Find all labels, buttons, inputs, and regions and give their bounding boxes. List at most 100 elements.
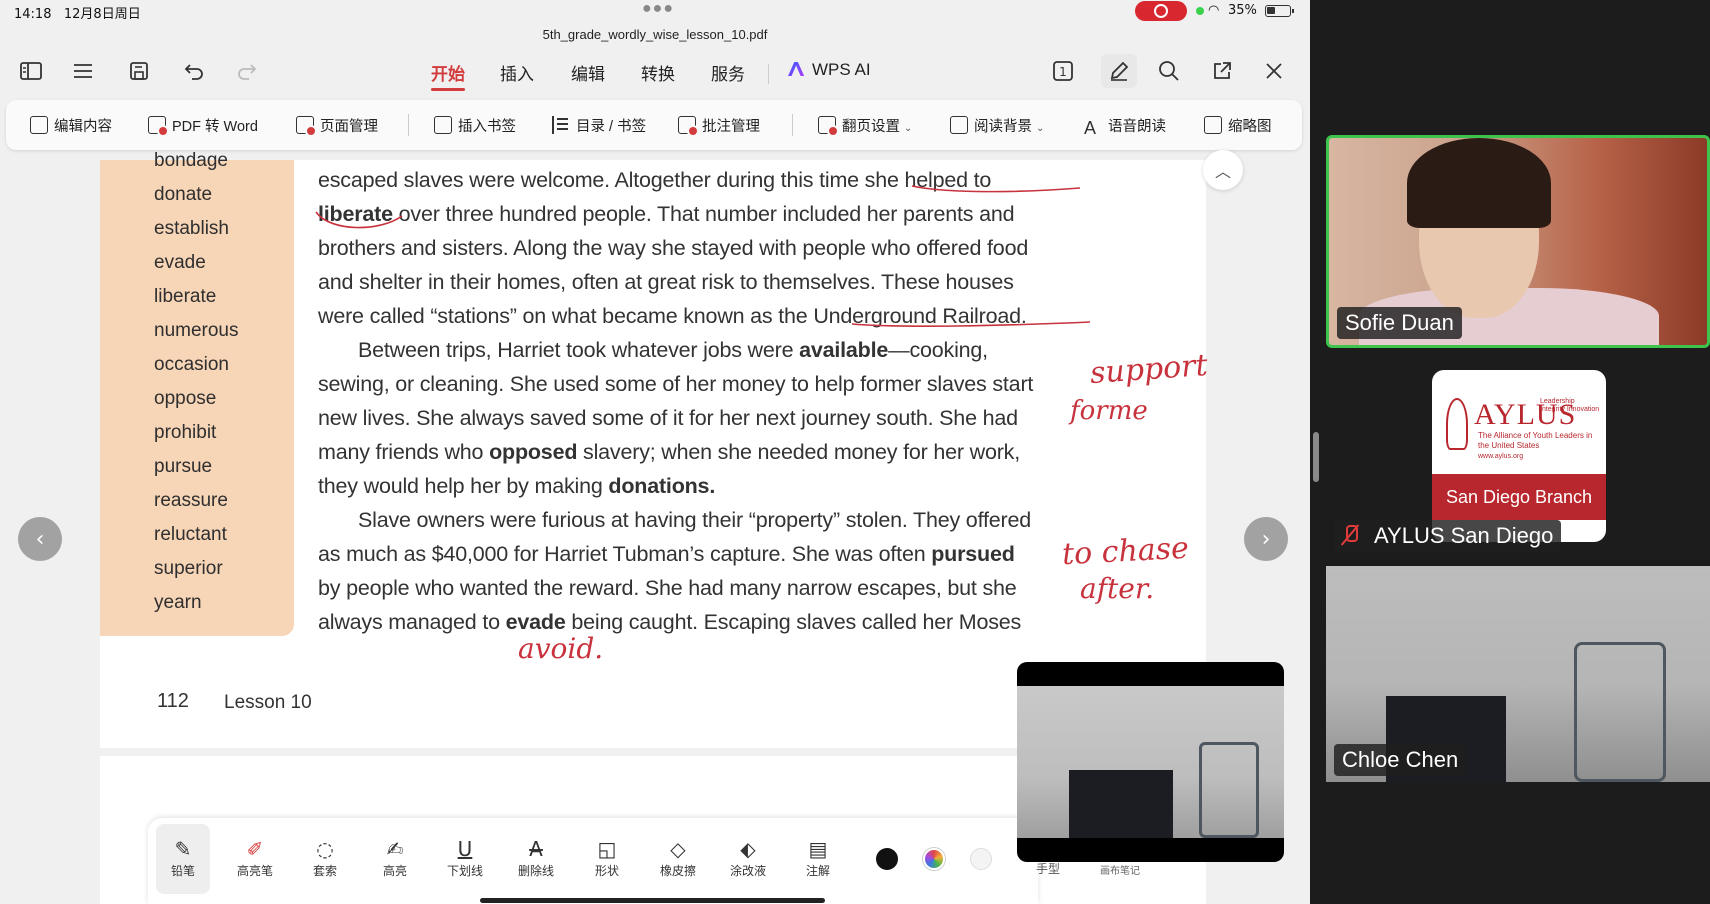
read-aloud-icon: A	[1084, 118, 1097, 138]
toolbar-divider	[408, 114, 409, 136]
pen-mode-icon[interactable]	[1101, 54, 1137, 88]
tab-convert[interactable]: 转换	[641, 60, 675, 85]
status-bar: 14:18 12月8日周日 ●●● ◠ 35%	[0, 0, 1310, 22]
strikethrough-icon: A	[529, 837, 543, 861]
participant-tile-sofie[interactable]: Sofie Duan	[1326, 135, 1710, 348]
tab-services[interactable]: 服务	[711, 60, 745, 85]
wps-ai-label: WPS AI	[812, 60, 871, 79]
undo-icon[interactable]	[181, 58, 207, 84]
thumbnail-button[interactable]: 缩略图	[1204, 115, 1272, 136]
video-object	[1069, 770, 1173, 838]
annotation-management-button[interactable]: 批注管理	[678, 115, 760, 137]
pages-icon	[296, 116, 317, 137]
tool-highlighter-pen[interactable]: ✐ 高亮笔	[228, 836, 282, 879]
tab-start[interactable]: 开始	[431, 60, 465, 91]
multitask-dots-icon[interactable]: ●●●	[642, 0, 674, 18]
pdf-to-word-label: PDF 转 Word	[172, 119, 258, 135]
tool-strikethrough[interactable]: A 删除线	[509, 836, 563, 879]
insert-bookmark-label: 插入书签	[458, 119, 516, 135]
reading-background-button[interactable]: 阅读背景 ⌄	[950, 115, 1044, 136]
vocab-word: superior	[154, 558, 223, 579]
edit-content-button[interactable]: 编辑内容	[30, 115, 112, 136]
vocab-word: yearn	[154, 592, 202, 613]
page-management-button[interactable]: 页面管理	[296, 115, 378, 137]
bold-vocab: evade	[505, 610, 566, 634]
edit-content-label: 编辑内容	[54, 119, 112, 135]
passage-line: sewing, or cleaning. She used some of he…	[318, 372, 1034, 396]
page-count-icon[interactable]: 1	[1050, 58, 1076, 84]
chevron-left-icon: ‹	[35, 526, 45, 552]
tool-highlight[interactable]: ✍ 高亮	[368, 836, 422, 879]
highlight-icon: ✍	[386, 837, 404, 861]
vocab-word: occasion	[154, 354, 229, 375]
color-swatch-empty[interactable]	[970, 848, 992, 870]
close-icon[interactable]	[1261, 58, 1287, 84]
tool-comment[interactable]: ▤ 注解	[791, 836, 845, 879]
annotation-management-label: 批注管理	[702, 119, 760, 135]
passage-line: they would help her by making donations.	[318, 474, 716, 498]
lasso-icon: ◌	[316, 837, 334, 861]
read-aloud-button[interactable]: A 语音朗读	[1084, 115, 1166, 137]
search-icon[interactable]	[1156, 58, 1182, 84]
toc-icon	[552, 116, 570, 134]
vocab-word: pursue	[154, 456, 213, 477]
redo-icon[interactable]	[234, 58, 260, 84]
color-swatch-black[interactable]	[876, 848, 898, 870]
tool-lasso[interactable]: ◌ 套索	[298, 836, 352, 879]
save-icon[interactable]	[126, 58, 152, 84]
tab-insert[interactable]: 插入	[500, 60, 534, 85]
tool-correction-fluid[interactable]: ⬖ 涂改液	[721, 836, 775, 879]
mic-muted-icon	[1342, 525, 1358, 545]
home-indicator[interactable]	[480, 898, 825, 903]
menu-bar: 开始 插入 编辑 转换 服务 WPS AI 1	[0, 52, 1310, 91]
page-management-label: 页面管理	[320, 119, 378, 135]
bold-vocab: liberate	[318, 202, 393, 226]
page-footer: 112 Lesson 10	[157, 690, 312, 713]
sidebar-toggle-icon[interactable]	[18, 58, 44, 84]
next-page-button[interactable]: ›	[1244, 517, 1288, 561]
pdf-to-word-button[interactable]: PDF 转 Word	[148, 115, 258, 137]
tool-shape[interactable]: ◱ 形状	[580, 836, 634, 879]
participant-tile-chloe[interactable]: Chloe Chen	[1326, 566, 1710, 782]
tool-pencil[interactable]: ✎ 铅笔	[156, 824, 210, 894]
edit-icon	[30, 116, 48, 134]
passage-line: were called “stations” on what became kn…	[318, 304, 1027, 328]
shape-icon: ◱	[597, 837, 617, 861]
passage-line: as much as $40,000 for Harriet Tubman’s …	[318, 542, 1015, 566]
vocab-word: donate	[154, 184, 213, 205]
toc-bookmarks-button[interactable]: 目录 / 书签	[552, 115, 646, 136]
participant-tile-aylus[interactable]: AYLUS Leadership Integrity Innovation Th…	[1326, 370, 1710, 564]
vocab-word: evade	[154, 252, 206, 273]
participant-name: Sofie Duan	[1337, 307, 1462, 339]
color-swatch-multi[interactable]	[923, 848, 945, 870]
chevron-down-icon: ⌄	[904, 123, 913, 134]
handwritten-note: to chase	[1061, 530, 1190, 573]
screen-record-icon[interactable]	[1135, 1, 1187, 21]
page-turn-settings-button[interactable]: 翻页设置 ⌄	[818, 115, 913, 137]
chevron-up-icon: ︿	[1214, 164, 1231, 181]
canvas-note-label[interactable]: 画布笔记	[1100, 862, 1140, 877]
wps-ai-logo-icon	[788, 62, 805, 76]
vocab-word: numerous	[154, 320, 239, 341]
vocab-word: prohibit	[154, 422, 217, 443]
battery-icon	[1265, 5, 1294, 17]
prev-page-button[interactable]: ‹	[18, 517, 62, 561]
tool-eraser[interactable]: ◇ 橡皮擦	[651, 836, 705, 879]
scroll-up-button[interactable]: ︿	[1203, 150, 1243, 190]
hand-tool-label[interactable]: 手型	[1036, 860, 1060, 877]
vocab-word: establish	[154, 218, 229, 239]
split-view-handle[interactable]	[1313, 432, 1319, 482]
tool-underline[interactable]: U 下划线	[438, 836, 492, 879]
menu-divider	[768, 64, 769, 84]
video-feed	[1407, 138, 1551, 228]
bookmark-icon	[434, 116, 452, 134]
aylus-full-name: The Alliance of Youth Leaders in the Uni…	[1478, 431, 1593, 450]
self-video-preview[interactable]	[1017, 662, 1284, 862]
share-icon[interactable]	[1209, 58, 1235, 84]
aylus-logo: AYLUS Leadership Integrity Innovation Th…	[1432, 370, 1606, 542]
tab-wps-ai[interactable]: WPS AI	[788, 60, 871, 80]
reading-background-label: 阅读背景	[974, 119, 1032, 135]
insert-bookmark-button[interactable]: 插入书签	[434, 115, 516, 136]
tab-edit[interactable]: 编辑	[571, 60, 605, 85]
menu-list-icon[interactable]	[70, 58, 96, 84]
